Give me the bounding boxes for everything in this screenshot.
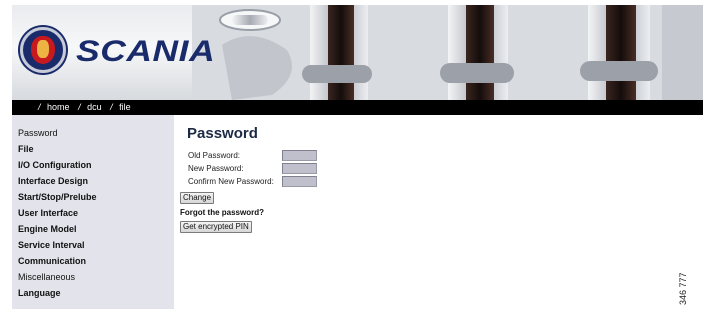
sidebar-item-file[interactable]: File <box>12 141 174 157</box>
figure-code: 346 777 <box>678 265 692 305</box>
confirm-password-label: Confirm New Password: <box>188 177 274 186</box>
main-content: Password Old Password: New Password: Con… <box>174 115 703 309</box>
sidebar-item-miscellaneous[interactable]: Miscellaneous <box>12 269 174 285</box>
breadcrumb-separator: / <box>110 102 113 112</box>
sidebar-item-interface-design[interactable]: Interface Design <box>12 173 174 189</box>
sidebar-item-service-interval[interactable]: Service Interval <box>12 237 174 253</box>
breadcrumb: / home / dcu / file <box>12 100 703 115</box>
confirm-password-field[interactable] <box>282 176 317 187</box>
sidebar-item-password[interactable]: Password <box>12 125 174 141</box>
sidebar-item-user-interface[interactable]: User Interface <box>12 205 174 221</box>
sidebar-item-start-stop-prelube[interactable]: Start/Stop/Prelube <box>12 189 174 205</box>
breadcrumb-separator: / <box>38 102 41 112</box>
old-password-row: Old Password: <box>188 150 240 162</box>
new-password-label: New Password: <box>188 164 244 173</box>
sidebar-item-communication[interactable]: Communication <box>12 253 174 269</box>
old-password-label: Old Password: <box>188 151 241 160</box>
change-button[interactable]: Change <box>180 192 215 204</box>
sidebar-item-io-configuration[interactable]: I/O Configuration <box>12 157 174 173</box>
sidebar-item-engine-model[interactable]: Engine Model <box>12 221 174 237</box>
griffin-logo-icon <box>20 27 66 73</box>
figure-code-text: 346 777 <box>678 272 688 305</box>
sidebar-item-language[interactable]: Language <box>12 285 174 301</box>
breadcrumb-home[interactable]: home <box>47 100 70 115</box>
old-password-field[interactable] <box>282 150 317 161</box>
sidebar: Password File I/O Configuration Interfac… <box>12 115 174 309</box>
get-encrypted-pin-button[interactable]: Get encrypted PIN <box>180 221 252 233</box>
confirm-password-row: Confirm New Password: <box>188 176 274 188</box>
page-title: Password <box>187 125 258 142</box>
brand-logo-text: SCANIA <box>76 35 216 68</box>
forgot-password-label: Forgot the password? <box>180 208 264 217</box>
breadcrumb-dcu[interactable]: dcu <box>87 100 102 115</box>
engine-photo <box>192 5 703 100</box>
header-banner: SCANIA <box>12 5 703 100</box>
breadcrumb-file[interactable]: file <box>119 100 131 115</box>
new-password-row: New Password: <box>188 163 244 175</box>
new-password-field[interactable] <box>282 163 317 174</box>
breadcrumb-separator: / <box>78 102 81 112</box>
